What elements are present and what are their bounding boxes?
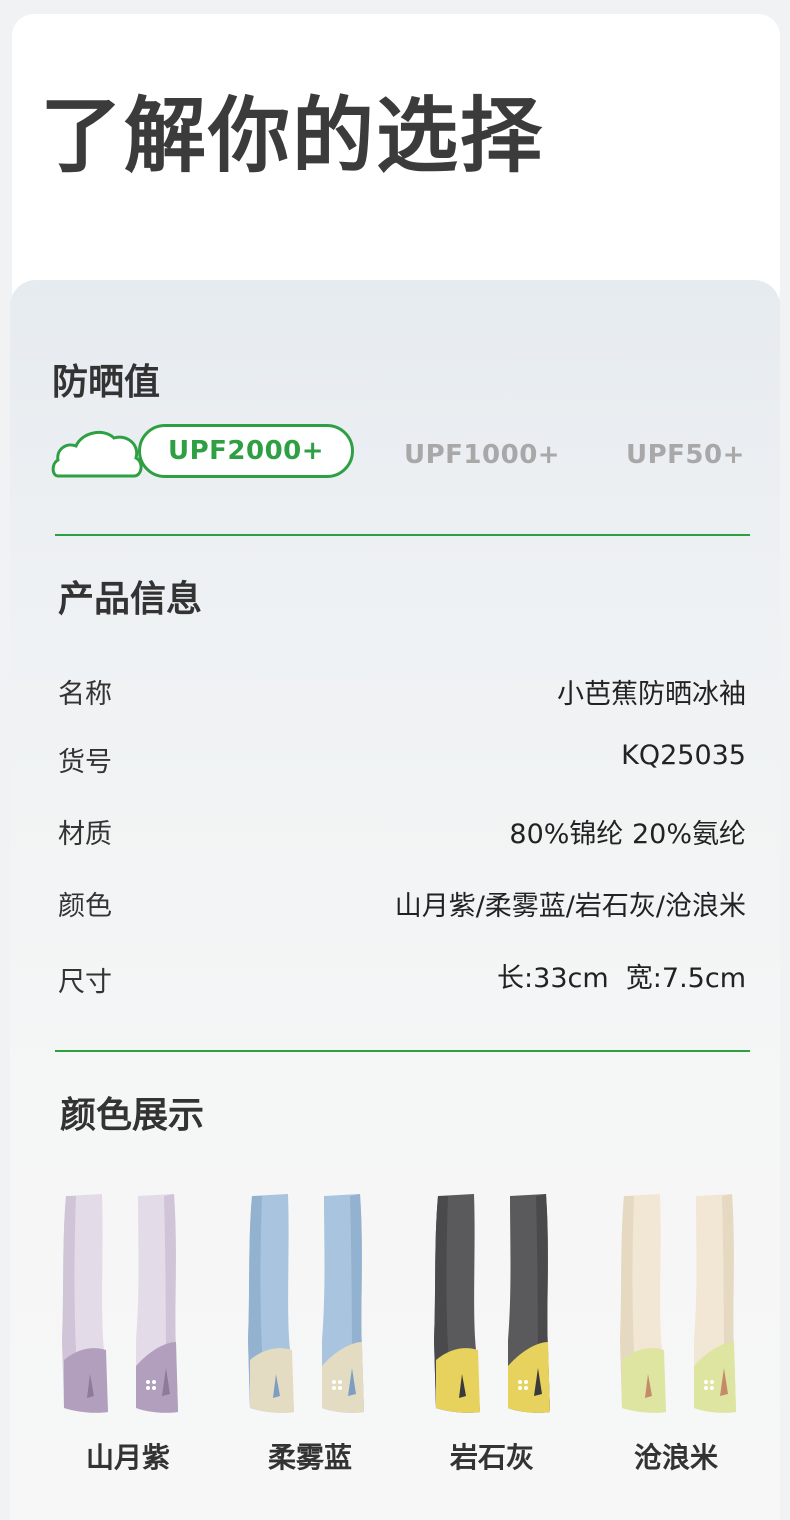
- color-name: 柔雾蓝: [267, 1441, 352, 1474]
- arm-sleeve-image: [62, 1194, 178, 1413]
- left-sleeve: [620, 1194, 666, 1413]
- left-sleeve: [62, 1194, 108, 1413]
- left-sleeve: [248, 1194, 294, 1413]
- right-sleeve: [694, 1194, 736, 1413]
- info-row-name: 名称 小芭蕉防晒冰袖: [58, 672, 746, 712]
- left-sleeve: [434, 1194, 480, 1413]
- right-sleeve: [136, 1194, 178, 1413]
- info-value: 山月紫/柔雾蓝/岩石灰/沧浪米: [394, 891, 746, 922]
- product-section-label: 产品信息: [58, 579, 203, 620]
- info-key: 材质: [58, 819, 112, 850]
- arm-sleeve-image: [434, 1194, 550, 1413]
- color-name: 岩石灰: [449, 1441, 534, 1474]
- info-value: 80%锦纶 20%氨纶: [509, 819, 746, 850]
- info-key: 名称: [58, 679, 112, 710]
- info-row-size: 尺寸 长:33cm 宽:7.5cm: [58, 956, 746, 998]
- colors-section-label: 颜色展示: [60, 1095, 205, 1136]
- divider: [55, 1050, 750, 1052]
- right-sleeve: [322, 1194, 364, 1413]
- page-title: 了解你的选择: [40, 89, 545, 184]
- info-value: KQ25035: [621, 740, 746, 771]
- cloud-icon: [51, 430, 143, 478]
- right-sleeve: [508, 1194, 550, 1413]
- info-key: 颜色: [58, 891, 112, 922]
- info-key: 尺寸: [58, 967, 112, 998]
- upf-option-1000[interactable]: UPF1000+: [404, 440, 560, 470]
- color-name: 沧浪米: [633, 1441, 718, 1474]
- info-key: 货号: [58, 747, 112, 778]
- upf-option-2000[interactable]: UPF2000+: [138, 424, 354, 478]
- info-value: 长:33cm 宽:7.5cm: [497, 963, 746, 994]
- upf-selector: UPF2000+ UPF1000+ UPF50+: [50, 424, 770, 484]
- divider: [55, 534, 750, 536]
- color-name: 山月紫: [85, 1441, 170, 1474]
- upf-option-50[interactable]: UPF50+: [626, 440, 745, 470]
- info-value: 小芭蕉防晒冰袖: [557, 679, 746, 710]
- arm-sleeve-image: [248, 1194, 364, 1413]
- uv-section-label: 防晒值: [52, 362, 161, 403]
- info-row-material: 材质 80%锦纶 20%氨纶: [58, 812, 746, 852]
- info-row-color: 颜色 山月紫/柔雾蓝/岩石灰/沧浪米: [58, 884, 746, 924]
- arm-sleeve-image: [620, 1194, 736, 1413]
- info-row-sku: 货号 KQ25035: [58, 740, 746, 780]
